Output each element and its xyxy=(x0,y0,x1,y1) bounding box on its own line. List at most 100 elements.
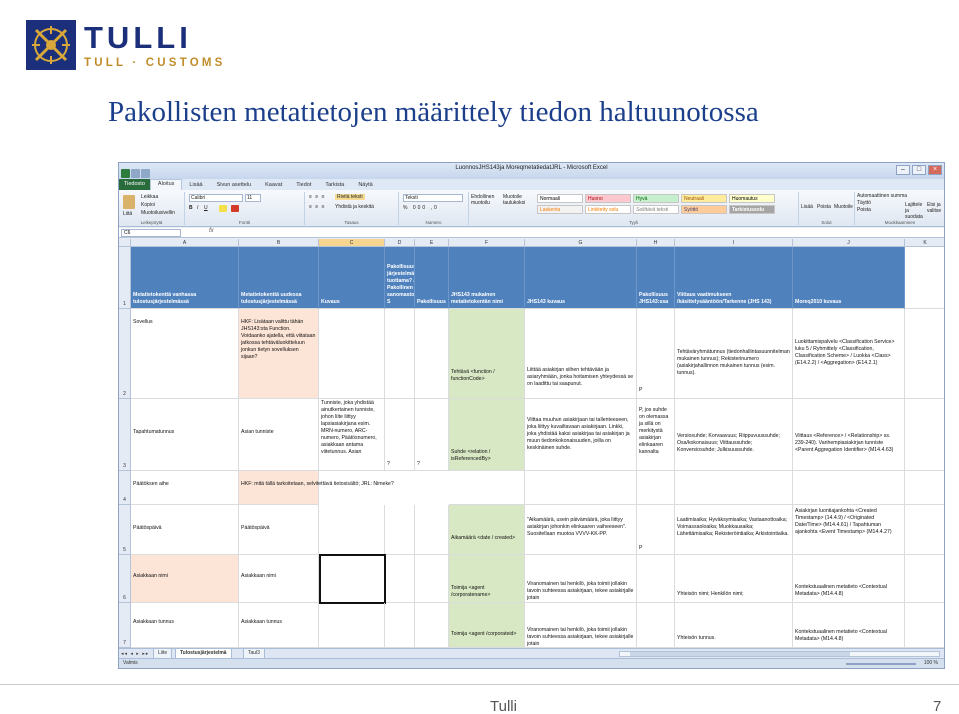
column-header-a[interactable]: A xyxy=(131,239,239,247)
cell-i1[interactable]: Viittaus vaatimukseen /käsittelysääntöön… xyxy=(675,247,793,309)
active-cell-selection[interactable] xyxy=(319,554,386,604)
row-header-1[interactable]: 1 xyxy=(119,247,131,309)
cut-button[interactable]: Leikkaa xyxy=(141,194,158,200)
tab-view[interactable]: Näytä xyxy=(351,182,379,188)
autosum-button[interactable]: Automaattinen summa xyxy=(857,193,907,199)
cell-j4[interactable] xyxy=(793,471,905,505)
column-header-b[interactable]: B xyxy=(239,239,319,247)
cell-h1[interactable]: Pakollisuus JHS143:ssa xyxy=(637,247,675,309)
column-header-c[interactable]: C xyxy=(319,239,385,247)
cell-e5[interactable] xyxy=(415,505,449,555)
number-format-select[interactable]: Teksti xyxy=(403,194,463,202)
cell-i5[interactable]: Laatimisaika; Hyväksymisaika; Vastaanott… xyxy=(675,505,793,555)
cell-f4[interactable] xyxy=(449,471,525,505)
cell-b6[interactable]: Asiakkaan nimi xyxy=(239,555,319,603)
cell-j3[interactable]: Viittaus <Reference> / <Relationship> ss… xyxy=(793,399,905,471)
select-all-corner[interactable] xyxy=(119,239,131,247)
cell-i2[interactable]: Tehtäväryhmätunnus (tiedonhallintasuunni… xyxy=(675,309,793,399)
style-linked-cell[interactable]: Linkitetty solu xyxy=(585,205,631,214)
fx-label[interactable]: fx xyxy=(209,228,214,234)
column-header-i[interactable]: I xyxy=(675,239,793,247)
cell-a5[interactable]: Päätöspäivä xyxy=(131,505,239,555)
cell-e1[interactable]: Pakollisuus xyxy=(415,247,449,309)
style-bad[interactable]: Huono xyxy=(585,194,631,203)
sort-filter-button[interactable]: Lajittele ja suodata xyxy=(905,202,925,220)
maximize-button[interactable]: □ xyxy=(912,165,926,175)
minimize-button[interactable]: – xyxy=(896,165,910,175)
column-header-h[interactable]: H xyxy=(637,239,675,247)
cell-g1[interactable]: JHS143 kuvaus xyxy=(525,247,637,309)
font-size-select[interactable]: 11 xyxy=(245,194,261,202)
cell-f5[interactable]: Aikamäärä <date / created> xyxy=(449,505,525,555)
tab-home[interactable]: Aloitus xyxy=(149,179,183,190)
row-header-6[interactable]: 6 xyxy=(119,555,131,603)
cell-d6[interactable] xyxy=(385,555,415,603)
cell-k4[interactable] xyxy=(905,471,944,505)
name-box[interactable]: C6 xyxy=(121,229,181,237)
cell-j7[interactable]: Kontekstuaalinen metatieto <Contextual M… xyxy=(793,603,905,648)
cell-k6[interactable] xyxy=(905,555,944,603)
format-cells-button[interactable]: Muotoile xyxy=(834,204,853,210)
sheet-nav-arrows[interactable]: ◂◂ ◂ ▸ ▸▸ xyxy=(121,651,149,657)
column-header-g[interactable]: G xyxy=(525,239,637,247)
cell-c3[interactable]: Tunniste, joka yhdistää ainutkertainen t… xyxy=(319,399,385,471)
cell-h3[interactable]: P, jos suhde on olemassa ja sillä on mer… xyxy=(637,399,675,471)
style-input[interactable]: Syöttö xyxy=(681,205,727,214)
cell-h4[interactable] xyxy=(637,471,675,505)
horizontal-align-icons[interactable]: ≡ ≡ ≡ xyxy=(309,204,326,210)
number-format-buttons[interactable]: % 000 ,0 xyxy=(403,205,439,211)
fill-button[interactable]: Täyttö xyxy=(857,200,871,206)
cell-i4[interactable] xyxy=(675,471,793,505)
cell-f3[interactable]: Suhde <relation / isReferencedBy> xyxy=(449,399,525,471)
cell-e6[interactable] xyxy=(415,555,449,603)
cell-f6[interactable]: Toimija <agent /corporatename> xyxy=(449,555,525,603)
tab-insert[interactable]: Lisää xyxy=(182,182,209,188)
paste-button[interactable]: Liitä xyxy=(123,211,132,217)
horizontal-scrollbar[interactable] xyxy=(619,651,940,657)
row-header-4[interactable]: 4 xyxy=(119,471,131,505)
cell-d3[interactable]: ? xyxy=(385,399,415,471)
tab-formulas[interactable]: Kaavat xyxy=(258,182,289,188)
cell-a1[interactable]: Metatietokenttä vanhassa tulostusjärjest… xyxy=(131,247,239,309)
font-color-icon[interactable] xyxy=(231,205,239,212)
underline-button[interactable]: U xyxy=(204,205,208,211)
zoom-slider[interactable] xyxy=(846,663,916,665)
scrollbar-thumb[interactable] xyxy=(630,652,850,656)
cell-h2[interactable]: P xyxy=(637,309,675,399)
cell-b1[interactable]: Metatietokenttä uudessa tulostusjärjeste… xyxy=(239,247,319,309)
italic-button[interactable]: I xyxy=(197,205,198,211)
style-normal[interactable]: Normaali xyxy=(537,194,583,203)
cell-g6[interactable]: Viranomainen tai henkilö, joka toimii jo… xyxy=(525,555,637,603)
format-as-table-button[interactable]: Muotoile taulukoksi xyxy=(503,194,533,206)
cell-c7[interactable] xyxy=(319,603,385,648)
font-name-select[interactable]: Calibri xyxy=(189,194,243,202)
column-header-j[interactable]: J xyxy=(793,239,905,247)
cell-j1[interactable]: Moreq2010 kuvaus xyxy=(793,247,905,309)
merge-center-button[interactable]: Yhdistä ja keskitä xyxy=(335,204,374,210)
vertical-align-icons[interactable]: ≡ ≡ ≡ xyxy=(309,194,326,200)
insert-cells-button[interactable]: Lisää xyxy=(801,204,813,210)
cell-d7[interactable] xyxy=(385,603,415,648)
cell-h5[interactable]: P xyxy=(637,505,675,555)
cell-a2[interactable]: Sovellus xyxy=(131,309,239,399)
cell-b2[interactable]: HKF: Lisätaan valittu tähän JHS143:sta F… xyxy=(239,309,319,399)
cell-g4[interactable] xyxy=(525,471,637,505)
tab-file[interactable]: Tiedosto xyxy=(119,179,150,190)
format-painter-button[interactable]: Muotoilusivellin xyxy=(141,210,175,216)
cell-g2[interactable]: Liittää asiakirjan siihen tehtävään ja a… xyxy=(525,309,637,399)
style-calculation[interactable]: Laskenta xyxy=(537,205,583,214)
tab-review[interactable]: Tarkista xyxy=(318,182,351,188)
column-header-d[interactable]: D xyxy=(385,239,415,247)
cell-k1[interactable] xyxy=(905,247,944,309)
row-header-3[interactable]: 3 xyxy=(119,399,131,471)
cell-a6[interactable]: Asiakkaan nimi xyxy=(131,555,239,603)
cell-k3[interactable] xyxy=(905,399,944,471)
fill-color-icon[interactable] xyxy=(219,205,227,212)
cell-k7[interactable] xyxy=(905,603,944,648)
bold-button[interactable]: B xyxy=(189,205,193,211)
cell-i6[interactable]: Yhteisön nimi; Henkilön nimi; xyxy=(675,555,793,603)
tab-page-layout[interactable]: Sivun asettelu xyxy=(210,182,259,188)
cell-c2[interactable] xyxy=(319,309,385,399)
cell-a3[interactable]: Tapahtumatunnus xyxy=(131,399,239,471)
cell-c5[interactable] xyxy=(319,505,385,555)
